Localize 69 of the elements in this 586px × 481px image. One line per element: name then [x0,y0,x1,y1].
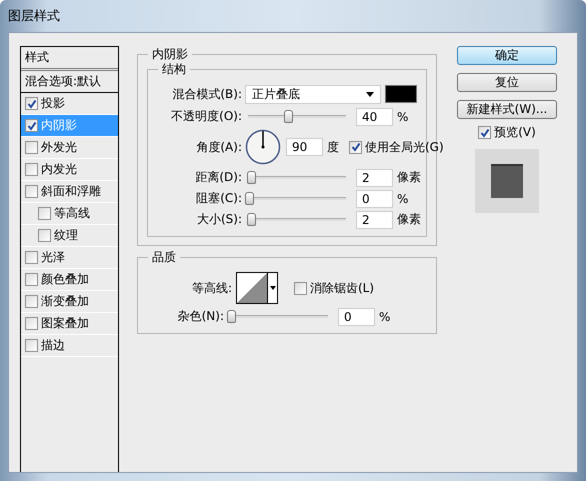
checkbox-label[interactable]: 预览(V) [494,124,536,141]
slider-thumb[interactable] [246,213,256,226]
field-label: 距离(D): [194,169,242,186]
checkbox[interactable] [25,141,38,154]
checkbox[interactable] [294,282,307,294]
checkbox[interactable] [25,97,38,110]
checkbox-label[interactable]: 消除锯齿(L) [310,280,374,296]
checkbox[interactable] [25,295,38,308]
list-header: 样式 [21,47,118,71]
slider-thumb[interactable] [284,110,294,123]
group-title: 品质 [148,250,180,264]
checkbox[interactable] [25,273,38,286]
field-label: 混合模式(B): [171,86,242,102]
list-item[interactable]: 描边 [21,335,118,357]
color-swatch[interactable] [385,85,417,103]
checkbox[interactable] [38,229,51,242]
preview-thumbnail [475,149,539,213]
list-item[interactable]: 等高线 [21,203,118,225]
checkbox[interactable] [38,207,51,220]
window-title: 图层样式 [8,8,60,25]
checkbox[interactable] [25,317,38,330]
caret-icon [366,92,374,96]
number-field[interactable]: 0 [338,308,375,326]
unit-label: % [397,110,408,124]
unit-label: % [397,192,408,206]
unit-label: 像素 [397,169,421,186]
number-field[interactable]: 40 [356,108,393,126]
list-item[interactable]: 混合选项:默认 [21,71,118,93]
list-item[interactable]: 内发光 [21,159,118,181]
number-field[interactable]: 2 [356,168,393,186]
caret-icon [270,286,276,290]
group-title: 内阴影 [148,47,192,61]
unit-label: % [379,310,390,324]
slider-thumb[interactable] [246,171,256,184]
field-label: 大小(S): [196,211,242,228]
unit-label: 度 [327,138,339,156]
list-item[interactable]: 斜面和浮雕 [21,181,118,203]
checkbox[interactable] [25,163,38,176]
field-label: 角度(A): [195,138,242,156]
checkbox[interactable] [25,119,38,132]
angle-dial-icon[interactable] [245,129,281,165]
field-label: 阻塞(C): [195,190,242,207]
list-item[interactable]: 图案叠加 [21,313,118,335]
checkbox[interactable] [25,339,38,352]
list-item[interactable]: 外发光 [21,137,118,159]
checkbox[interactable] [25,185,38,198]
list-item[interactable]: 渐变叠加 [21,291,118,313]
checkbox[interactable] [478,126,492,139]
list-item[interactable]: 颜色叠加 [21,269,118,291]
slider-thumb[interactable] [245,192,254,205]
slider-thumb[interactable] [227,310,236,323]
number-field[interactable]: 90 [286,138,323,156]
number-field[interactable]: 2 [356,210,393,228]
checkbox[interactable] [25,251,38,264]
field-label: 等高线: [190,280,232,296]
checkbox-label[interactable]: 使用全局光(G) [365,138,444,156]
field-label: 不透明度(O): [170,108,242,125]
field-label: 杂色(N): [176,308,224,325]
number-field[interactable]: 0 [356,190,393,208]
dialog-button[interactable]: 新建样式(W)... [457,100,557,119]
list-item[interactable]: 纹理 [21,225,118,247]
checkbox[interactable] [349,140,362,154]
contour-picker[interactable] [236,272,278,304]
blend-mode-dropdown[interactable]: 正片叠底 [245,84,381,104]
list-item[interactable]: 光泽 [21,247,118,269]
dialog-button[interactable]: 复位 [457,73,557,92]
group-title: 结构 [158,62,190,76]
unit-label: 像素 [397,211,421,228]
dialog-button[interactable]: 确定 [457,46,557,65]
